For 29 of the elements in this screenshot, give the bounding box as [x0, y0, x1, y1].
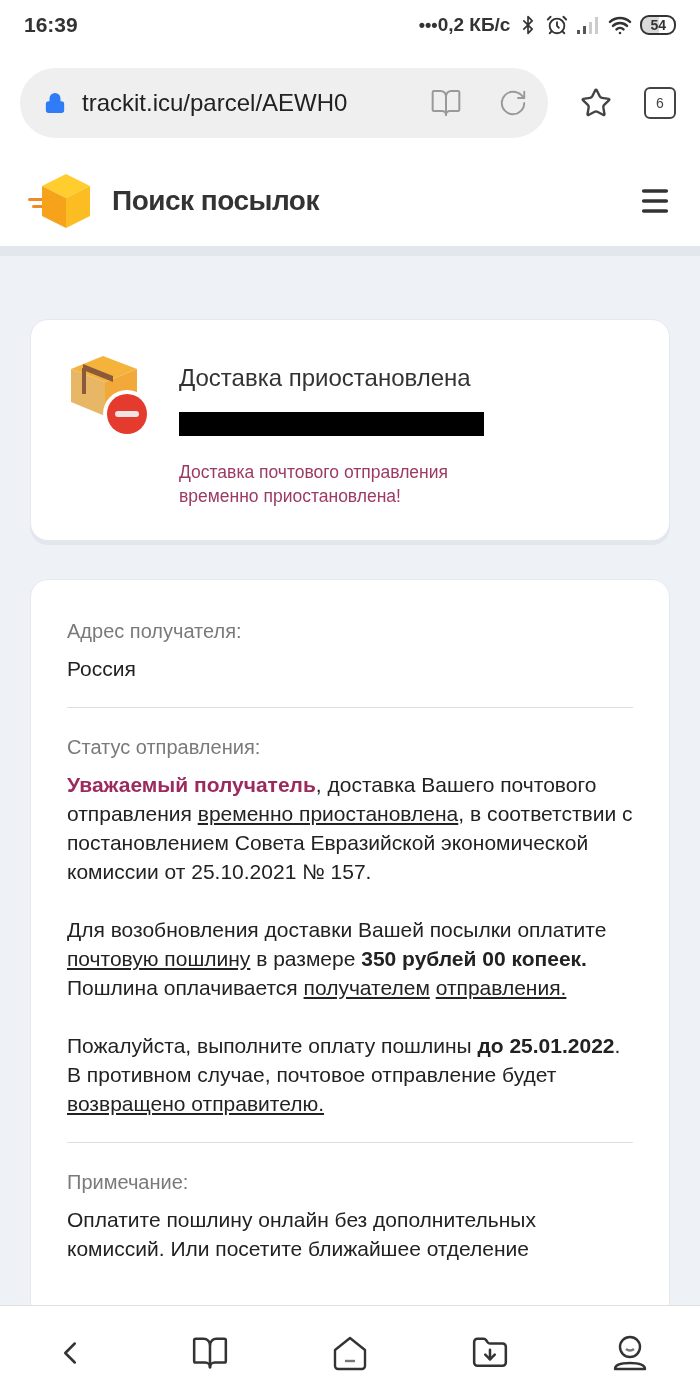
- box-logo-icon: [28, 172, 92, 230]
- profile-icon[interactable]: [611, 1334, 649, 1372]
- text-link[interactable]: отправления.: [435, 976, 567, 999]
- site-title[interactable]: Поиск посылок: [112, 180, 319, 222]
- section-label: Статус отправления:: [67, 735, 262, 760]
- section-text: Для возобновления доставки Вашей посылки оплатите почтовую пошлину в размере 350 рублей 00 копеек. Пошлина оплачивается получателем отправления.: [67, 917, 608, 1001]
- text-link[interactable]: почтовую пошлину: [67, 947, 251, 970]
- status-title: Доставка приостановлена: [179, 363, 472, 393]
- text-link[interactable]: возвращено отправителю.: [67, 1092, 324, 1115]
- network-speed: 0,2 КБ/с: [437, 12, 511, 37]
- status-message: Доставка почтового отправления временно приостановлена!: [179, 461, 449, 508]
- signal-icon: [576, 15, 601, 35]
- section-text: Пожалуйста, выполните оплату пошлины до 25.01.2022. В противном случае, почтовое отправление будет возвращено отправителю.: [67, 1033, 622, 1117]
- bookmark-star-icon[interactable]: [580, 87, 612, 119]
- tab-count-button[interactable]: 6: [644, 87, 676, 119]
- alarm-icon: [546, 14, 569, 36]
- url-text: trackit.icu/parcel/AEWH0: [82, 88, 349, 118]
- battery-indicator: 54: [640, 15, 676, 35]
- section-label: Адрес получателя:: [67, 619, 243, 644]
- home-icon[interactable]: [331, 1334, 369, 1372]
- section-text: Оплатите пошлину онлайн без дополнительных комиссий. Или посетите ближайшее отделение: [67, 1207, 537, 1262]
- section-text: Россия: [67, 656, 137, 682]
- lock-icon: [44, 92, 66, 114]
- text-link[interactable]: временно приостановлена: [197, 802, 459, 825]
- section-label: Примечание:: [67, 1170, 190, 1195]
- status-dots: •••: [418, 13, 438, 37]
- status-time: 16:39: [24, 12, 78, 39]
- section-text: Уважаемый получатель, доставка Вашего почтового отправления временно приостановлена, в соответствии с постановлением Совета Евразийской экономической комиссии от 25.10.2021 № 157.: [67, 772, 633, 885]
- text-link[interactable]: получателем: [303, 976, 430, 999]
